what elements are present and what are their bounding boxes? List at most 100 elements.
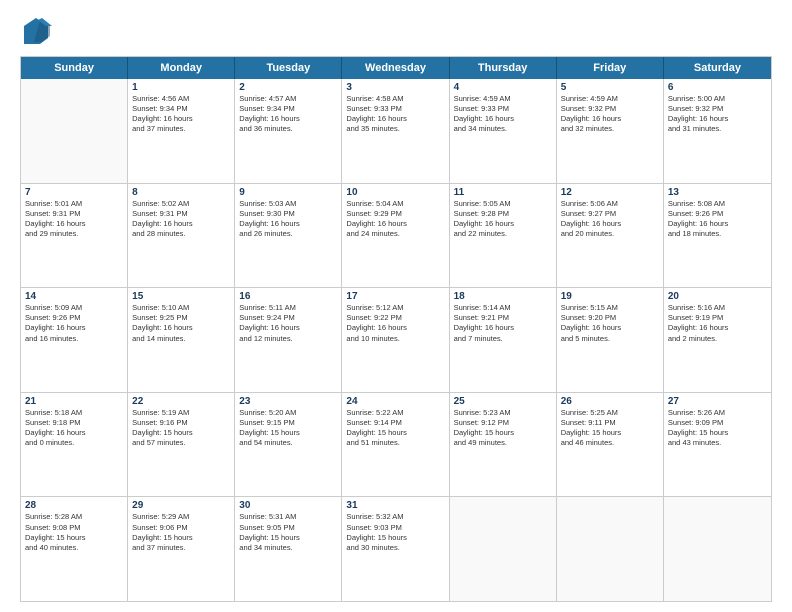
logo — [20, 16, 56, 48]
day-4: 4Sunrise: 4:59 AMSunset: 9:33 PMDaylight… — [450, 79, 557, 183]
day-14: 14Sunrise: 5:09 AMSunset: 9:26 PMDayligh… — [21, 288, 128, 392]
day-25: 25Sunrise: 5:23 AMSunset: 9:12 PMDayligh… — [450, 393, 557, 497]
day-31: 31Sunrise: 5:32 AMSunset: 9:03 PMDayligh… — [342, 497, 449, 601]
day-info: Sunrise: 5:20 AMSunset: 9:15 PMDaylight:… — [239, 408, 337, 449]
day-info: Sunrise: 5:31 AMSunset: 9:05 PMDaylight:… — [239, 512, 337, 553]
day-number: 4 — [454, 82, 552, 93]
day-3: 3Sunrise: 4:58 AMSunset: 9:33 PMDaylight… — [342, 79, 449, 183]
day-number: 16 — [239, 291, 337, 302]
day-15: 15Sunrise: 5:10 AMSunset: 9:25 PMDayligh… — [128, 288, 235, 392]
day-29: 29Sunrise: 5:29 AMSunset: 9:06 PMDayligh… — [128, 497, 235, 601]
calendar-header: SundayMondayTuesdayWednesdayThursdayFrid… — [21, 57, 771, 79]
day-info: Sunrise: 4:58 AMSunset: 9:33 PMDaylight:… — [346, 94, 444, 135]
day-info: Sunrise: 5:15 AMSunset: 9:20 PMDaylight:… — [561, 303, 659, 344]
day-12: 12Sunrise: 5:06 AMSunset: 9:27 PMDayligh… — [557, 184, 664, 288]
day-number: 3 — [346, 82, 444, 93]
day-26: 26Sunrise: 5:25 AMSunset: 9:11 PMDayligh… — [557, 393, 664, 497]
day-info: Sunrise: 5:26 AMSunset: 9:09 PMDaylight:… — [668, 408, 767, 449]
day-30: 30Sunrise: 5:31 AMSunset: 9:05 PMDayligh… — [235, 497, 342, 601]
day-10: 10Sunrise: 5:04 AMSunset: 9:29 PMDayligh… — [342, 184, 449, 288]
day-number: 1 — [132, 82, 230, 93]
day-info: Sunrise: 5:06 AMSunset: 9:27 PMDaylight:… — [561, 199, 659, 240]
day-info: Sunrise: 5:23 AMSunset: 9:12 PMDaylight:… — [454, 408, 552, 449]
day-number: 7 — [25, 187, 123, 198]
empty-cell — [450, 497, 557, 601]
day-info: Sunrise: 5:14 AMSunset: 9:21 PMDaylight:… — [454, 303, 552, 344]
weekday-thursday: Thursday — [450, 57, 557, 79]
empty-cell — [557, 497, 664, 601]
day-27: 27Sunrise: 5:26 AMSunset: 9:09 PMDayligh… — [664, 393, 771, 497]
logo-icon — [20, 16, 52, 48]
day-number: 15 — [132, 291, 230, 302]
day-info: Sunrise: 5:22 AMSunset: 9:14 PMDaylight:… — [346, 408, 444, 449]
day-info: Sunrise: 5:11 AMSunset: 9:24 PMDaylight:… — [239, 303, 337, 344]
day-number: 8 — [132, 187, 230, 198]
day-number: 24 — [346, 396, 444, 407]
day-info: Sunrise: 5:03 AMSunset: 9:30 PMDaylight:… — [239, 199, 337, 240]
day-13: 13Sunrise: 5:08 AMSunset: 9:26 PMDayligh… — [664, 184, 771, 288]
day-info: Sunrise: 5:01 AMSunset: 9:31 PMDaylight:… — [25, 199, 123, 240]
day-8: 8Sunrise: 5:02 AMSunset: 9:31 PMDaylight… — [128, 184, 235, 288]
weekday-tuesday: Tuesday — [235, 57, 342, 79]
day-info: Sunrise: 5:08 AMSunset: 9:26 PMDaylight:… — [668, 199, 767, 240]
day-number: 10 — [346, 187, 444, 198]
day-17: 17Sunrise: 5:12 AMSunset: 9:22 PMDayligh… — [342, 288, 449, 392]
day-number: 19 — [561, 291, 659, 302]
day-9: 9Sunrise: 5:03 AMSunset: 9:30 PMDaylight… — [235, 184, 342, 288]
day-info: Sunrise: 5:00 AMSunset: 9:32 PMDaylight:… — [668, 94, 767, 135]
day-number: 9 — [239, 187, 337, 198]
day-info: Sunrise: 5:28 AMSunset: 9:08 PMDaylight:… — [25, 512, 123, 553]
day-info: Sunrise: 5:04 AMSunset: 9:29 PMDaylight:… — [346, 199, 444, 240]
day-number: 25 — [454, 396, 552, 407]
day-21: 21Sunrise: 5:18 AMSunset: 9:18 PMDayligh… — [21, 393, 128, 497]
day-number: 13 — [668, 187, 767, 198]
day-number: 26 — [561, 396, 659, 407]
empty-cell — [664, 497, 771, 601]
day-info: Sunrise: 4:59 AMSunset: 9:32 PMDaylight:… — [561, 94, 659, 135]
day-number: 17 — [346, 291, 444, 302]
day-1: 1Sunrise: 4:56 AMSunset: 9:34 PMDaylight… — [128, 79, 235, 183]
day-22: 22Sunrise: 5:19 AMSunset: 9:16 PMDayligh… — [128, 393, 235, 497]
day-info: Sunrise: 5:32 AMSunset: 9:03 PMDaylight:… — [346, 512, 444, 553]
day-5: 5Sunrise: 4:59 AMSunset: 9:32 PMDaylight… — [557, 79, 664, 183]
empty-cell — [21, 79, 128, 183]
day-info: Sunrise: 5:09 AMSunset: 9:26 PMDaylight:… — [25, 303, 123, 344]
weekday-saturday: Saturday — [664, 57, 771, 79]
day-28: 28Sunrise: 5:28 AMSunset: 9:08 PMDayligh… — [21, 497, 128, 601]
weekday-friday: Friday — [557, 57, 664, 79]
day-2: 2Sunrise: 4:57 AMSunset: 9:34 PMDaylight… — [235, 79, 342, 183]
day-number: 2 — [239, 82, 337, 93]
day-number: 31 — [346, 500, 444, 511]
day-info: Sunrise: 5:25 AMSunset: 9:11 PMDaylight:… — [561, 408, 659, 449]
weekday-wednesday: Wednesday — [342, 57, 449, 79]
day-23: 23Sunrise: 5:20 AMSunset: 9:15 PMDayligh… — [235, 393, 342, 497]
day-number: 11 — [454, 187, 552, 198]
day-number: 21 — [25, 396, 123, 407]
day-number: 27 — [668, 396, 767, 407]
day-number: 23 — [239, 396, 337, 407]
calendar-row-4: 21Sunrise: 5:18 AMSunset: 9:18 PMDayligh… — [21, 393, 771, 498]
day-number: 18 — [454, 291, 552, 302]
calendar-row-3: 14Sunrise: 5:09 AMSunset: 9:26 PMDayligh… — [21, 288, 771, 393]
weekday-monday: Monday — [128, 57, 235, 79]
day-19: 19Sunrise: 5:15 AMSunset: 9:20 PMDayligh… — [557, 288, 664, 392]
day-11: 11Sunrise: 5:05 AMSunset: 9:28 PMDayligh… — [450, 184, 557, 288]
day-info: Sunrise: 5:02 AMSunset: 9:31 PMDaylight:… — [132, 199, 230, 240]
calendar-row-5: 28Sunrise: 5:28 AMSunset: 9:08 PMDayligh… — [21, 497, 771, 601]
calendar-body: 1Sunrise: 4:56 AMSunset: 9:34 PMDaylight… — [21, 79, 771, 601]
day-info: Sunrise: 4:56 AMSunset: 9:34 PMDaylight:… — [132, 94, 230, 135]
weekday-sunday: Sunday — [21, 57, 128, 79]
calendar-row-2: 7Sunrise: 5:01 AMSunset: 9:31 PMDaylight… — [21, 184, 771, 289]
day-number: 29 — [132, 500, 230, 511]
day-18: 18Sunrise: 5:14 AMSunset: 9:21 PMDayligh… — [450, 288, 557, 392]
day-info: Sunrise: 5:10 AMSunset: 9:25 PMDaylight:… — [132, 303, 230, 344]
day-6: 6Sunrise: 5:00 AMSunset: 9:32 PMDaylight… — [664, 79, 771, 183]
day-info: Sunrise: 5:29 AMSunset: 9:06 PMDaylight:… — [132, 512, 230, 553]
calendar-row-1: 1Sunrise: 4:56 AMSunset: 9:34 PMDaylight… — [21, 79, 771, 184]
day-24: 24Sunrise: 5:22 AMSunset: 9:14 PMDayligh… — [342, 393, 449, 497]
day-info: Sunrise: 5:19 AMSunset: 9:16 PMDaylight:… — [132, 408, 230, 449]
day-number: 14 — [25, 291, 123, 302]
header — [20, 16, 772, 48]
day-number: 28 — [25, 500, 123, 511]
day-16: 16Sunrise: 5:11 AMSunset: 9:24 PMDayligh… — [235, 288, 342, 392]
